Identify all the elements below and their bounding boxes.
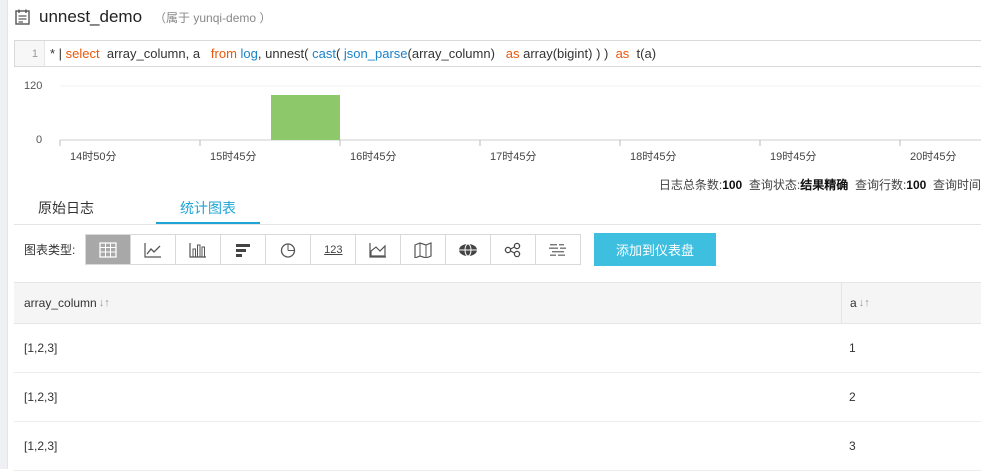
query-token: * | [50, 46, 66, 61]
map-icon [414, 241, 432, 258]
total-value: 100 [722, 178, 743, 192]
table-icon [99, 241, 117, 258]
query-editor[interactable]: 1 * | select array_column, a from log, u… [14, 40, 981, 67]
page-header: unnest_demo （属于 yunqi-demo ） [14, 4, 271, 30]
x-tick-label: 16时45分 [350, 151, 397, 163]
area-chart-button[interactable] [356, 235, 402, 264]
cell-a: 3 [849, 439, 856, 453]
cell-array-column: [1,2,3] [24, 390, 58, 404]
pie-chart-icon [281, 242, 296, 258]
results-table: array_column ↓↑ a ↓↑ [1,2,3] 1 [1,2,3] 2… [14, 282, 981, 471]
logstore-icon [15, 9, 30, 25]
time-label: 查询时间 [932, 178, 981, 192]
query-token: t(a) [629, 46, 657, 61]
flow-chart-button[interactable] [491, 235, 537, 264]
flow-icon [505, 242, 521, 257]
query-token: ( [335, 46, 344, 61]
project-subtitle: （属于 yunqi-demo ） [154, 10, 272, 25]
x-tick-label: 20时45分 [910, 151, 957, 163]
query-token: array_column, a [99, 46, 211, 61]
line-number: 1 [15, 41, 45, 66]
query-token: log [240, 46, 258, 61]
number-icon: 123 [324, 243, 343, 256]
bar-chart-icon [189, 242, 207, 258]
cell-array-column: [1,2,3] [24, 341, 58, 355]
histogram-bar[interactable] [271, 95, 340, 140]
query-token: json_parse [343, 46, 408, 61]
horizontal-bar-chart-button[interactable] [221, 235, 267, 264]
result-tabs: 原始日志 统计图表 [14, 194, 981, 225]
table-header: array_column ↓↑ a ↓↑ [14, 282, 981, 324]
query-token: , unnest( [257, 46, 313, 61]
world-map-chart-button[interactable] [446, 235, 492, 264]
query-stats: 日志总条数:100 查询状态:结果精确 查询行数:100 查询时间 [659, 176, 981, 193]
query-token: (array_column) [407, 46, 506, 61]
x-tick-label: 18时45分 [630, 151, 677, 163]
column-header-array-column[interactable]: array_column ↓↑ [24, 283, 110, 323]
status-label: 查询状态: [748, 178, 801, 192]
query-text[interactable]: * | select array_column, a from log, unn… [45, 46, 656, 61]
status-value: 结果精确 [800, 178, 849, 192]
query-token: cast [312, 46, 336, 61]
word-cloud-chart-button[interactable] [536, 235, 581, 264]
world-map-icon [459, 243, 478, 256]
table-row: [1,2,3] 1 [14, 324, 981, 373]
x-tick-label: 19时45分 [770, 151, 817, 163]
sort-icon[interactable]: ↓↑ [99, 297, 110, 309]
column-header-a[interactable]: a ↓↑ [850, 283, 870, 323]
rows-value: 100 [906, 178, 927, 192]
column-label: array_column [24, 296, 97, 310]
query-token: as [505, 46, 520, 61]
cell-a: 1 [849, 341, 856, 355]
total-label: 日志总条数: [658, 178, 723, 192]
column-divider[interactable] [841, 283, 842, 323]
line-chart-button[interactable] [131, 235, 177, 264]
query-token: from [210, 46, 237, 61]
chart-type-buttons: 123 [85, 234, 582, 265]
cell-array-column: [1,2,3] [24, 439, 58, 453]
map-chart-button[interactable] [401, 235, 447, 264]
table-chart-button[interactable] [86, 235, 132, 264]
word-cloud-icon [549, 243, 567, 256]
page-title: unnest_demo [39, 7, 143, 26]
line-chart-icon [144, 242, 162, 258]
number-chart-button[interactable]: 123 [311, 235, 357, 264]
query-token: array(bigint) ) ) [519, 46, 616, 61]
table-row: [1,2,3] 2 [14, 373, 981, 422]
sort-icon[interactable]: ↓↑ [859, 297, 870, 309]
chart-type-label: 图表类型: [24, 243, 76, 257]
pie-chart-button[interactable] [266, 235, 312, 264]
x-tick-label: 14时50分 [70, 151, 117, 163]
horizontal-bar-icon [236, 243, 251, 257]
area-chart-icon [369, 242, 387, 258]
table-row: [1,2,3] 3 [14, 422, 981, 471]
query-token: as [615, 46, 630, 61]
x-tick-label: 15时45分 [210, 151, 257, 163]
histogram: 120 0 14时50分 15时45分 16时45分 17时45分 18时45分 19时4… [14, 76, 981, 172]
cell-a: 2 [849, 390, 856, 404]
rows-label: 查询行数: [854, 178, 907, 192]
x-tick-label: 17时45分 [490, 151, 537, 163]
add-to-dashboard-button[interactable]: 添加到仪表盘 [594, 233, 716, 266]
chart-type-selector: 图表类型: 123 [24, 233, 582, 266]
bar-chart-button[interactable] [176, 235, 222, 264]
query-token: select [65, 46, 100, 61]
tab-raw-logs[interactable]: 原始日志 [20, 194, 112, 222]
column-label: a [850, 296, 857, 310]
tab-statistics-chart[interactable]: 统计图表 [156, 194, 260, 224]
left-edge [0, 0, 8, 469]
